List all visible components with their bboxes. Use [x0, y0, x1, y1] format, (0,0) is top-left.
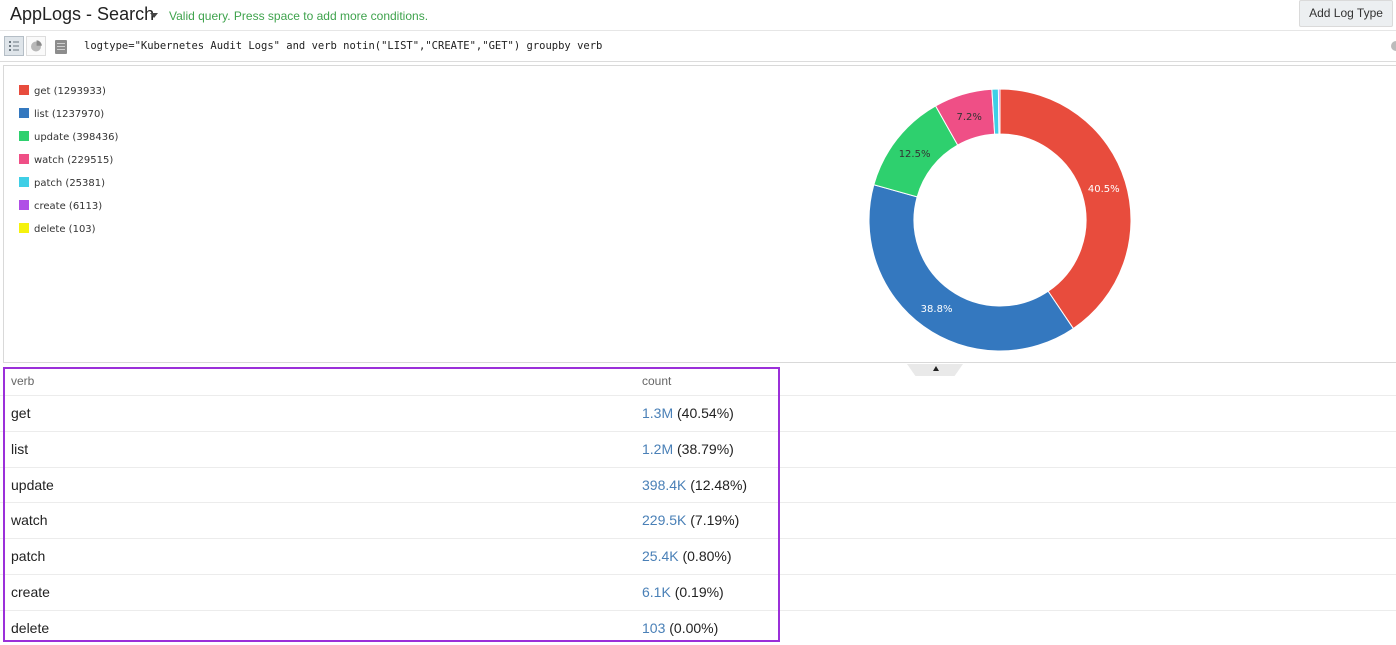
count-cell: 25.4K (0.80%)	[642, 548, 732, 564]
count-link[interactable]: 398.4K	[642, 477, 686, 493]
legend-swatch	[19, 84, 29, 95]
legend-item[interactable]: watch (229515)	[19, 149, 118, 172]
legend-swatch	[19, 222, 29, 233]
legend-swatch	[19, 176, 29, 187]
count-percent: (0.80%)	[682, 548, 732, 565]
clear-icon[interactable]	[1391, 41, 1396, 51]
legend-swatch	[19, 107, 29, 118]
verb-cell: patch	[11, 548, 46, 565]
legend-label: delete (103)	[34, 224, 96, 235]
count-percent: (12.48%)	[690, 476, 748, 493]
query-bar: logtype="Kubernetes Audit Logs" and verb…	[0, 32, 1396, 62]
donut-chart: 40.5% 38.8% 12.5% 7.2%	[868, 88, 1132, 352]
count-link[interactable]: 1.2M	[642, 441, 673, 457]
table-row[interactable]: delete 103 (0.00%)	[0, 611, 1396, 645]
count-cell: 229.5K (7.19%)	[642, 512, 739, 528]
legend-label: patch (25381)	[34, 178, 106, 189]
legend-label: create (6113)	[34, 201, 103, 212]
count-cell: 103 (0.00%)	[642, 620, 718, 636]
results-table: verb count get 1.3M (40.54%) list 1.2M (38.…	[0, 367, 1396, 645]
count-cell: 1.2M (38.79%)	[642, 441, 734, 457]
verb-cell: list	[11, 440, 29, 457]
legend-item[interactable]: get (1293933)	[19, 80, 118, 103]
legend-label: list (1237970)	[34, 109, 105, 120]
table-row[interactable]: list 1.2M (38.79%)	[0, 432, 1396, 468]
count-percent: (0.00%)	[669, 619, 719, 636]
count-cell: 1.3M (40.54%)	[642, 405, 734, 421]
pie-slice-list[interactable]	[868, 184, 1075, 352]
legend-item[interactable]: update (398436)	[19, 126, 118, 149]
chart-panel: get (1293933) list (1237970) update (39843…	[3, 65, 1396, 363]
count-link[interactable]: 229.5K	[642, 512, 686, 528]
query-status-message: Valid query. Press space to add more con…	[169, 9, 429, 23]
count-percent: (38.79%)	[677, 440, 734, 457]
table-row[interactable]: update 398.4K (12.48%)	[0, 468, 1396, 504]
legend-item[interactable]: list (1237970)	[19, 103, 118, 126]
table-row[interactable]: get 1.3M (40.54%)	[0, 396, 1396, 432]
column-header-verb[interactable]: verb	[11, 374, 34, 388]
legend-swatch	[19, 130, 29, 141]
slice-label-update: 12.5%	[899, 149, 931, 160]
chevron-down-icon[interactable]	[150, 13, 158, 18]
list-view-icon[interactable]	[4, 36, 24, 56]
legend-item[interactable]: patch (25381)	[19, 172, 118, 195]
verb-cell: delete	[11, 619, 50, 636]
count-link[interactable]: 103	[642, 620, 665, 636]
count-percent: (0.19%)	[674, 584, 724, 600]
table-header-row: verb count	[0, 367, 1396, 396]
slice-label-list: 38.8%	[921, 304, 953, 315]
chart-legend: get (1293933) list (1237970) update (39843…	[19, 80, 118, 241]
table-row[interactable]: create 6.1K (0.19%)	[0, 575, 1396, 611]
verb-cell: watch	[11, 512, 48, 529]
top-header: AppLogs - Search Valid query. Press spac…	[0, 0, 1396, 31]
legend-swatch	[19, 153, 29, 164]
count-percent: (40.54%)	[677, 405, 734, 421]
count-cell: 6.1K (0.19%)	[642, 584, 724, 600]
count-percent: (7.19%)	[690, 512, 740, 529]
query-input[interactable]: logtype="Kubernetes Audit Logs" and verb…	[84, 40, 602, 52]
legend-item[interactable]: delete (103)	[19, 218, 118, 241]
slice-label-get: 40.5%	[1088, 184, 1120, 195]
legend-label: watch (229515)	[34, 155, 114, 166]
legend-label: get (1293933)	[34, 86, 106, 97]
table-row[interactable]: watch 229.5K (7.19%)	[0, 503, 1396, 540]
document-icon[interactable]	[55, 40, 67, 54]
legend-label: update (398436)	[34, 132, 119, 143]
legend-swatch	[19, 199, 29, 210]
verb-cell: get	[11, 405, 31, 421]
slice-label-watch: 7.2%	[956, 112, 981, 123]
app-title[interactable]: AppLogs - Search	[10, 4, 154, 25]
count-link[interactable]: 25.4K	[642, 548, 679, 564]
pie-chart-icon[interactable]	[26, 36, 46, 56]
table-row[interactable]: patch 25.4K (0.80%)	[0, 539, 1396, 575]
column-header-count[interactable]: count	[642, 374, 671, 388]
count-link[interactable]: 6.1K	[642, 584, 671, 600]
count-cell: 398.4K (12.48%)	[642, 477, 747, 493]
pie-slice-get[interactable]	[999, 88, 1132, 330]
verb-cell: update	[11, 476, 54, 493]
legend-item[interactable]: create (6113)	[19, 195, 118, 218]
verb-cell: create	[11, 584, 50, 600]
count-link[interactable]: 1.3M	[642, 405, 673, 421]
add-log-type-button[interactable]: Add Log Type	[1299, 0, 1393, 27]
